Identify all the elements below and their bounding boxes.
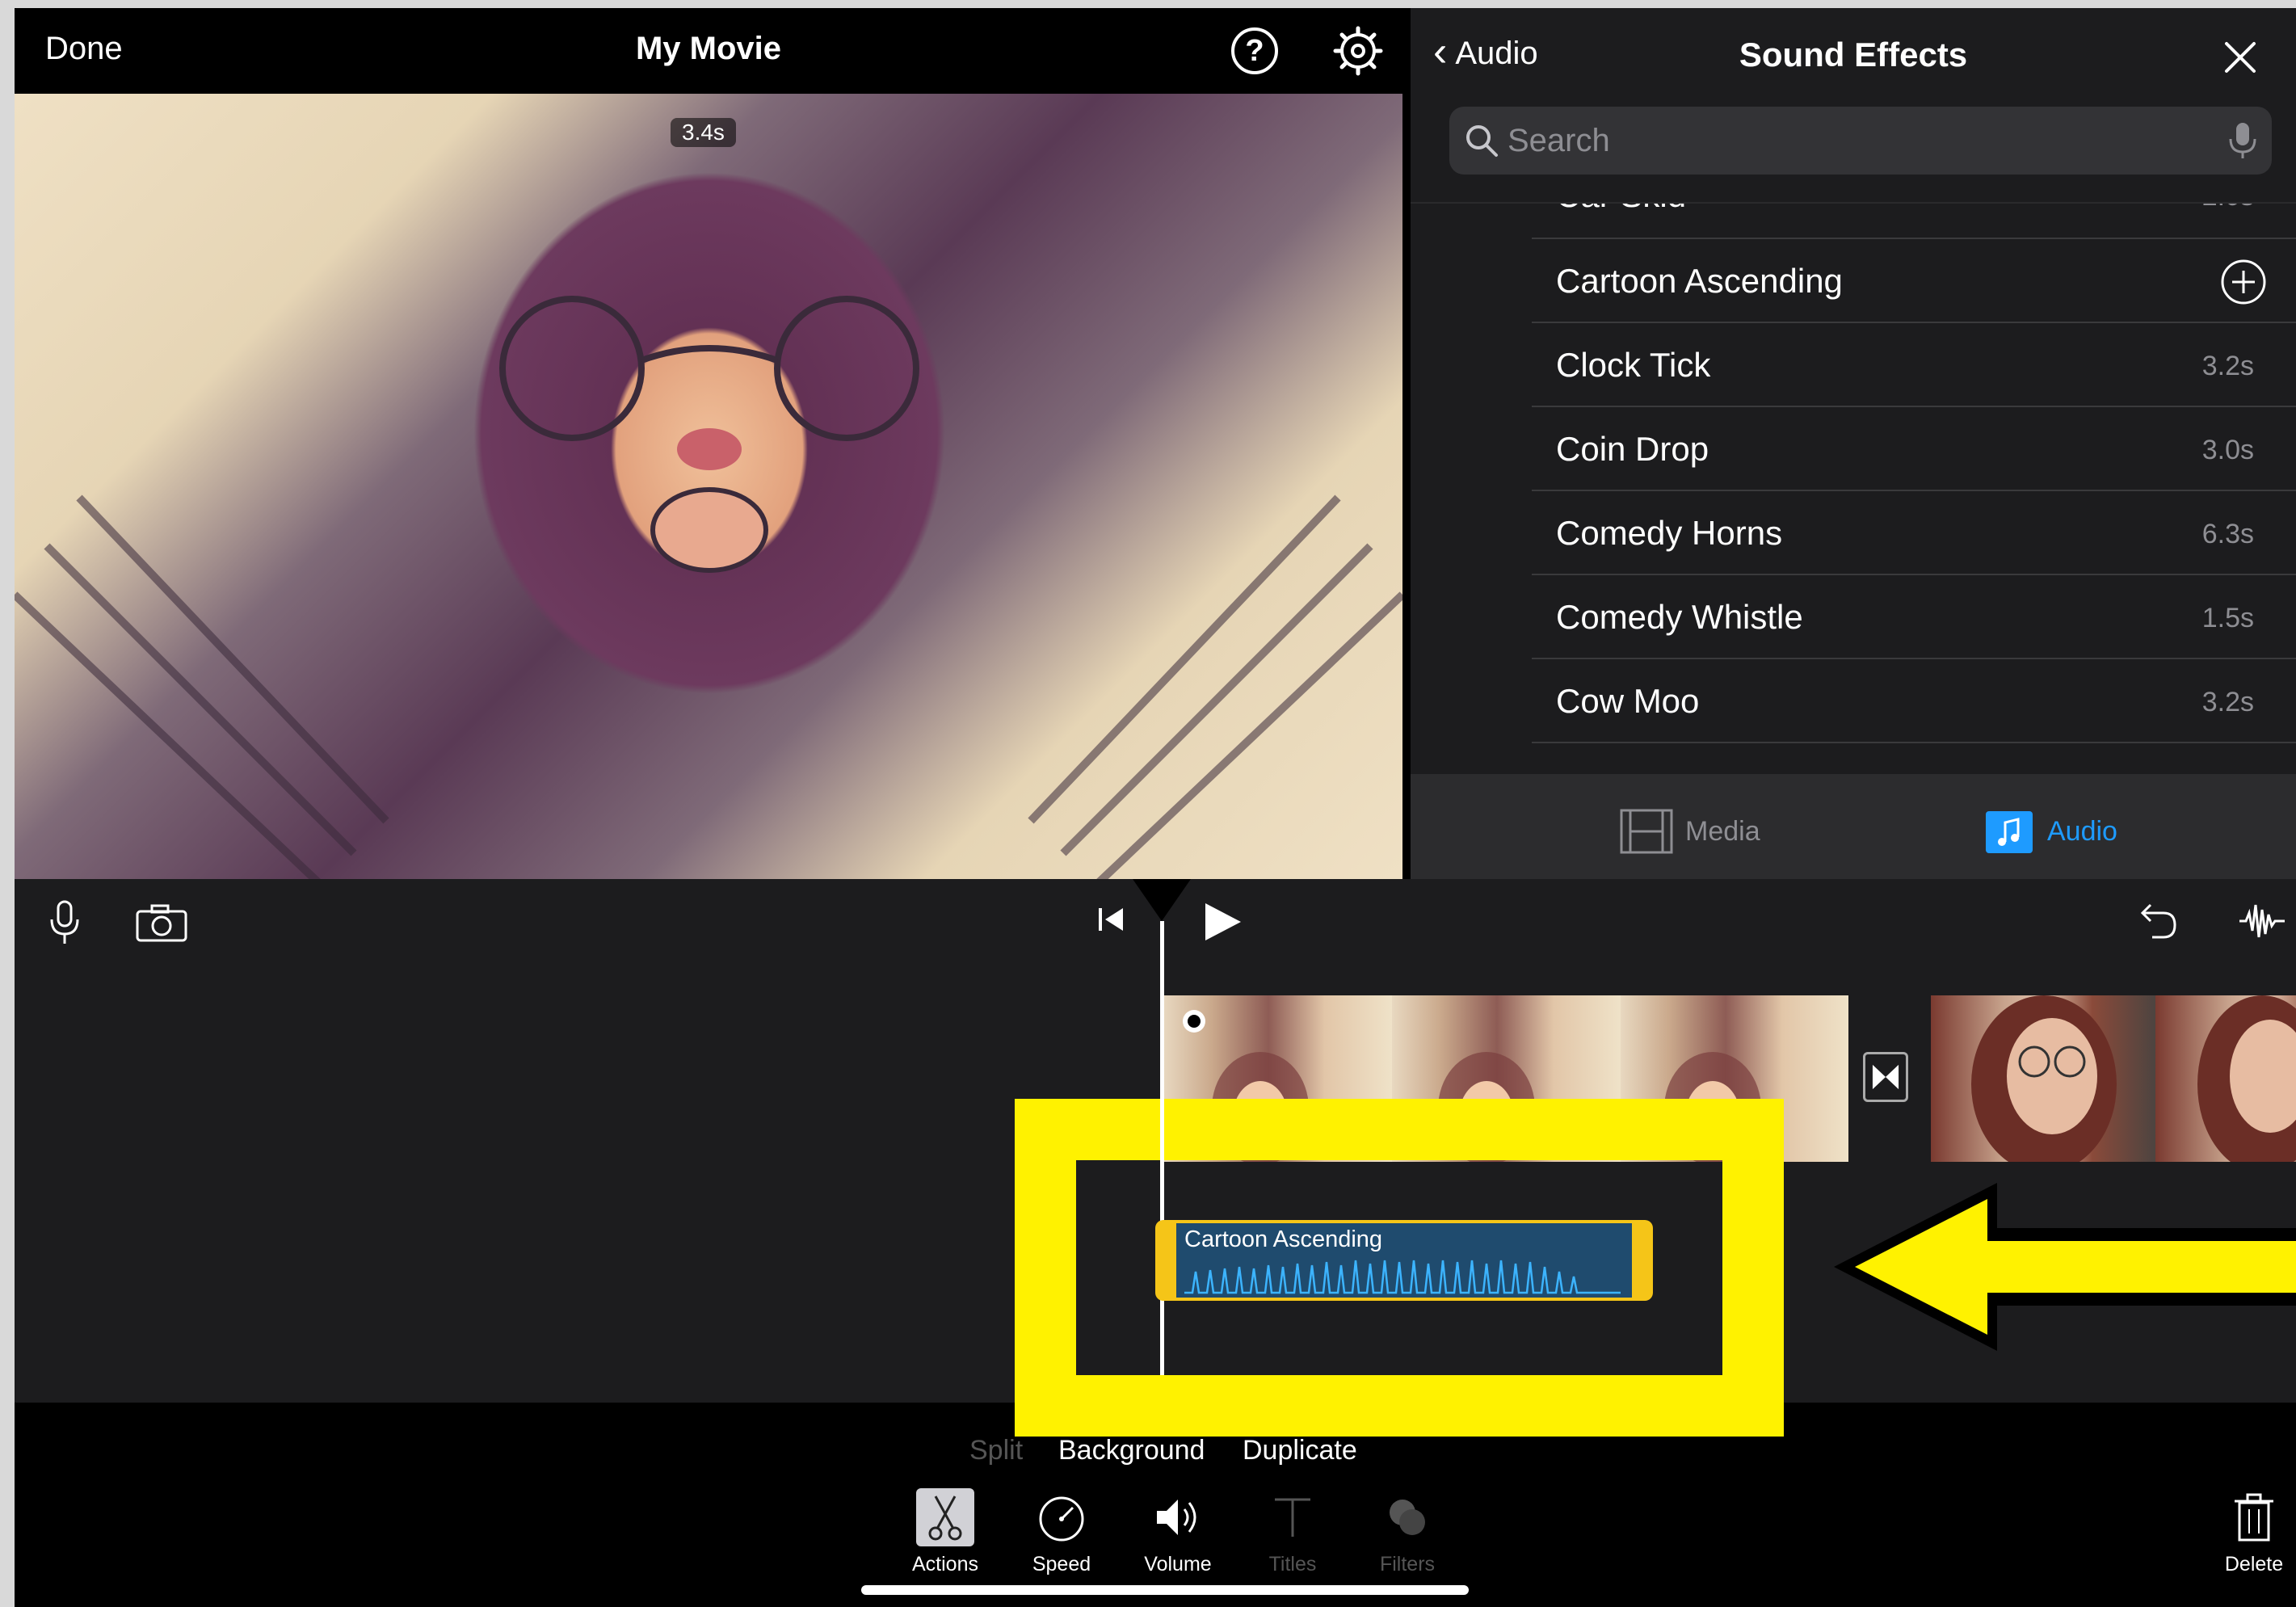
tab-media-label: Media <box>1685 815 1760 847</box>
search-icon <box>1466 125 1498 157</box>
clip-duration-badge: 3.4s <box>671 118 736 147</box>
project-title: My Movie <box>635 31 782 66</box>
video-clip[interactable] <box>1931 995 2296 1162</box>
tab-audio-label: Audio <box>2047 815 2117 847</box>
actions-tool[interactable]: Actions <box>897 1488 994 1576</box>
sound-name: Cow Moo <box>1556 682 1700 720</box>
list-item[interactable]: Clock Tick 3.2s <box>1532 323 2296 407</box>
camera-icon[interactable] <box>136 903 187 942</box>
list-item[interactable]: Car Skid 2.0s <box>1532 204 2296 239</box>
playhead-marker <box>1133 879 1191 921</box>
sound-name: Clock Tick <box>1556 346 1711 384</box>
actions-tool-label: Actions <box>912 1553 978 1575</box>
skip-to-start-icon[interactable] <box>1095 903 1128 936</box>
text-t-icon <box>1275 1498 1310 1537</box>
browser-header: ‹ Audio Sound Effects <box>1411 8 2296 113</box>
video-preview[interactable]: 3.4s <box>15 94 1402 879</box>
titles-tool-label: Titles <box>1268 1553 1317 1575</box>
voiceover-microphone-icon[interactable] <box>48 900 81 945</box>
split-option[interactable]: Split <box>969 1435 1023 1466</box>
audio-waveform <box>1184 1260 1621 1294</box>
titles-tool[interactable]: Titles <box>1244 1488 1341 1576</box>
duplicate-option[interactable]: Duplicate <box>1243 1435 1357 1466</box>
list-item[interactable]: Cow Moo 3.2s <box>1532 659 2296 743</box>
sound-duration: 6.3s <box>2201 519 2254 549</box>
help-button[interactable]: ? <box>1231 27 1278 74</box>
list-item[interactable]: Coin Drop 3.0s <box>1532 407 2296 491</box>
delete-tool[interactable]: Delete <box>2214 1488 2294 1576</box>
speed-tool-label: Speed <box>1032 1553 1091 1575</box>
sound-name: Comedy Horns <box>1556 514 1783 552</box>
sound-duration: 3.2s <box>2201 687 2254 717</box>
filters-tool[interactable]: Filters <box>1359 1488 1456 1576</box>
list-item[interactable]: Comedy Whistle 1.5s <box>1532 575 2296 659</box>
list-item[interactable]: Comedy Horns 6.3s <box>1532 491 2296 575</box>
left-arrow-annotation <box>1834 1183 2296 1351</box>
preview-frame-art <box>15 296 1402 879</box>
speedometer-icon <box>1039 1496 1084 1542</box>
sound-name: Coin Drop <box>1556 430 1709 468</box>
sound-duration: 3.2s <box>2201 351 2254 381</box>
trash-icon <box>2235 1493 2273 1542</box>
home-indicator[interactable] <box>861 1585 1469 1595</box>
browser-title: Sound Effects <box>1739 36 1968 74</box>
audio-clip-label: Cartoon Ascending <box>1184 1226 1383 1252</box>
audio-waveform-icon[interactable] <box>2238 898 2286 944</box>
imovie-app: Done My Movie ? 3.4s ‹ Audio Sound Effec… <box>15 8 2296 1607</box>
tab-media[interactable]: Media <box>1619 808 1760 855</box>
sound-name: Comedy Whistle <box>1556 598 1803 636</box>
search-bar[interactable] <box>1449 107 2272 175</box>
speaker-icon <box>1157 1500 1196 1535</box>
music-note-icon <box>1986 811 2033 853</box>
volume-tool[interactable]: Volume <box>1129 1488 1226 1576</box>
browser-tab-bar: Media Audio <box>1411 774 2296 879</box>
scissors-icon <box>916 1488 974 1546</box>
search-input[interactable] <box>1508 120 2194 162</box>
transition-icon[interactable] <box>1863 1052 1908 1102</box>
clip-thumbnails <box>1971 995 2296 1162</box>
sound-effects-list[interactable]: Car Skid 2.0s Cartoon Ascending Clock Ti… <box>1411 202 2296 768</box>
filters-tool-label: Filters <box>1379 1553 1436 1575</box>
sound-duration: 2.0s <box>2202 204 2254 212</box>
sound-duration: 3.0s <box>2201 435 2254 465</box>
playhead[interactable] <box>1160 921 1164 1375</box>
top-bar: Done My Movie ? <box>15 8 1402 94</box>
background-option[interactable]: Background <box>1058 1435 1205 1466</box>
sound-name: Cartoon Ascending <box>1556 262 1843 300</box>
list-item[interactable]: Cartoon Ascending <box>1532 239 2296 323</box>
settings-gear-icon[interactable] <box>1333 26 1383 76</box>
volume-tool-label: Volume <box>1144 1553 1212 1575</box>
filters-circles-icon <box>1390 1500 1425 1535</box>
play-icon[interactable] <box>1202 900 1244 944</box>
close-icon[interactable] <box>2220 37 2260 78</box>
delete-tool-label: Delete <box>2224 1553 2284 1575</box>
film-strip-icon <box>1620 809 1673 854</box>
sound-name: Car Skid <box>1556 204 1686 215</box>
add-circle-icon[interactable] <box>2220 259 2267 305</box>
speed-tool[interactable]: Speed <box>1013 1488 1110 1576</box>
undo-icon[interactable] <box>2133 902 2178 942</box>
tab-audio[interactable]: Audio <box>1986 808 2117 855</box>
microphone-icon[interactable] <box>2227 121 2259 160</box>
sound-duration: 1.5s <box>2201 603 2254 633</box>
audio-clip[interactable]: Cartoon Ascending <box>1155 1220 1653 1301</box>
sound-effects-browser: ‹ Audio Sound Effects Car Skid <box>1411 8 2296 879</box>
